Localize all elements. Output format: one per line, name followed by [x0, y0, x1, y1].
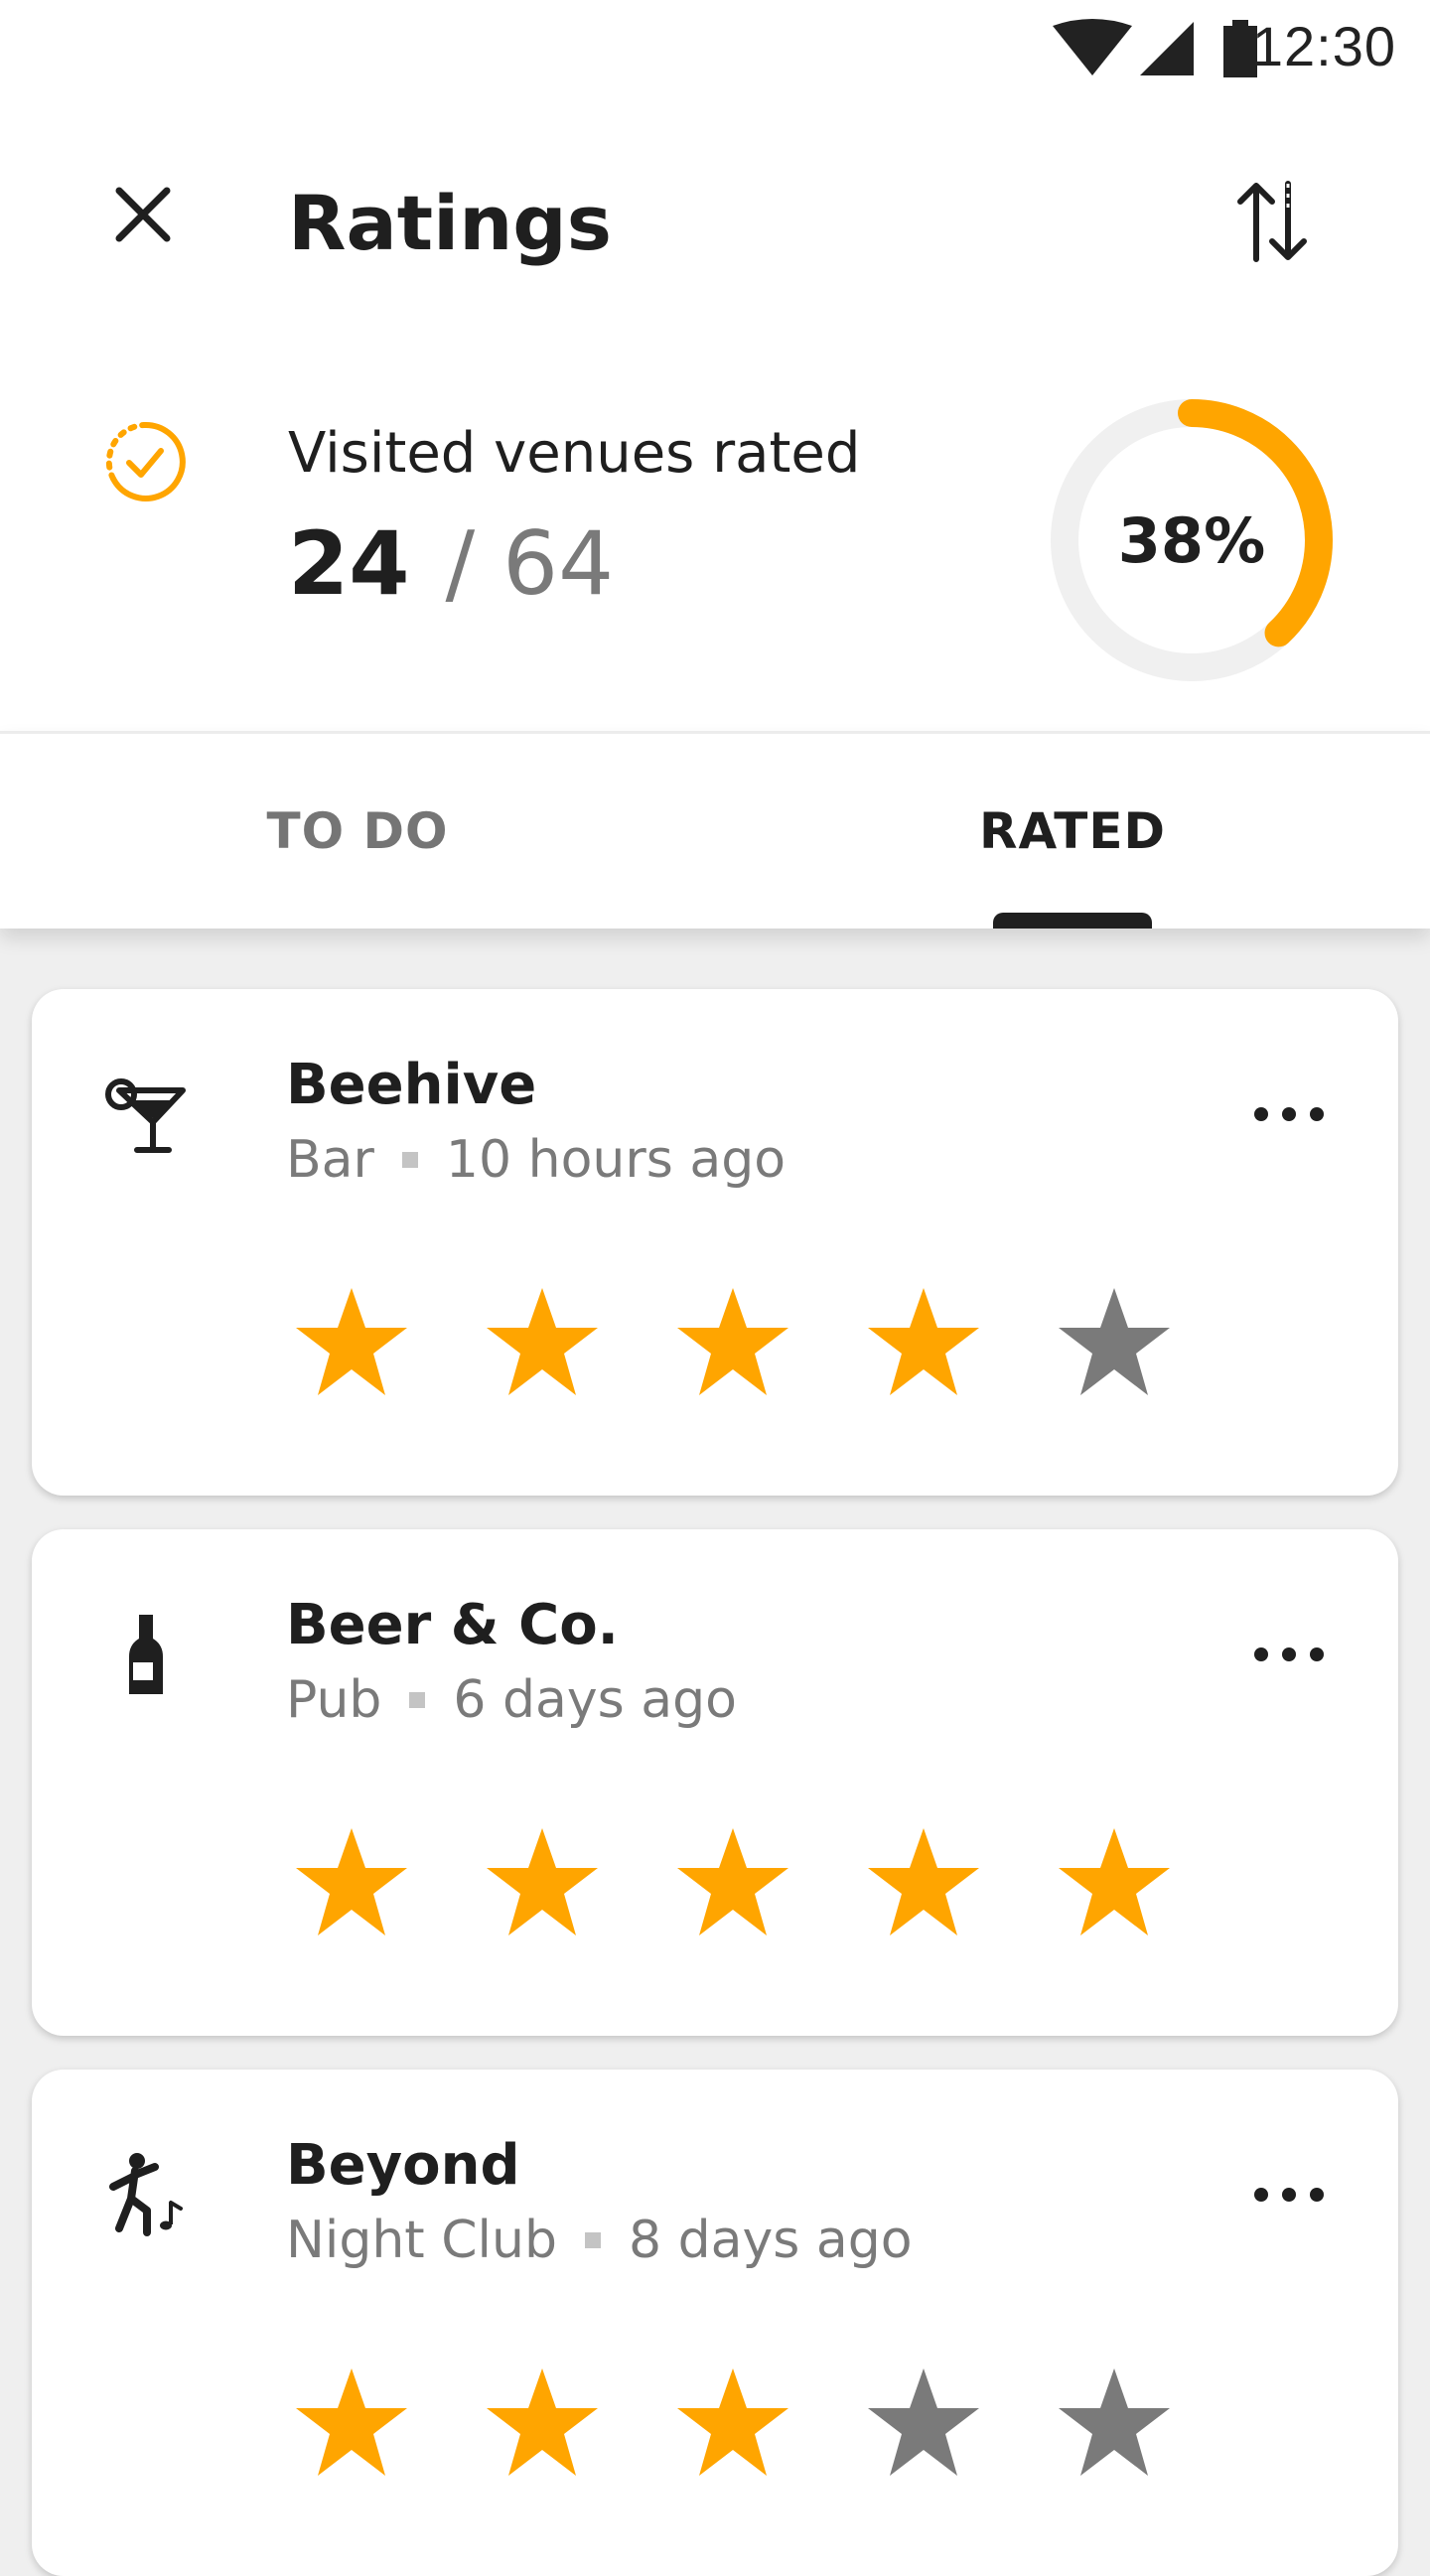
star-1[interactable] — [292, 2358, 483, 2487]
total-count: 64 — [502, 512, 615, 615]
clock-check-icon — [105, 421, 186, 501]
more-icon — [1254, 1107, 1324, 1121]
tab-indicator — [993, 913, 1152, 929]
count-separator: / — [445, 512, 476, 615]
progress-percent: 38% — [1117, 503, 1266, 577]
venue-name: Beer & Co. — [286, 1593, 619, 1657]
venue-category: Bar — [286, 1130, 374, 1190]
visited-venues-label: Visited venues rated — [288, 421, 861, 486]
more-options-button[interactable] — [1239, 2165, 1339, 2224]
wifi-icon — [1053, 19, 1132, 75]
venue-time: 6 days ago — [453, 1670, 737, 1730]
venue-meta: Pub 6 days ago — [286, 1670, 737, 1730]
venue-name: Beehive — [286, 1053, 537, 1117]
star-5[interactable] — [1055, 1817, 1245, 1946]
star-icon — [677, 1828, 788, 1935]
header: Ratings Visited venues rated 24 / 64 38% — [0, 95, 1430, 731]
page-title: Ratings — [288, 179, 612, 267]
separator-dot — [401, 1152, 418, 1168]
venue-category: Night Club — [286, 2211, 557, 2270]
star-icon — [296, 1288, 407, 1395]
tab-rated[interactable]: RATED — [715, 734, 1430, 929]
star-icon — [296, 2368, 407, 2476]
more-options-button[interactable] — [1239, 1625, 1339, 1684]
venue-type-icon — [91, 1059, 201, 1168]
star-rating[interactable] — [292, 1277, 1245, 1406]
star-1[interactable] — [292, 1277, 483, 1406]
star-icon — [868, 1828, 979, 1935]
star-rating[interactable] — [292, 2358, 1245, 2487]
venue-card[interactable]: Beyond Night Club 8 days ago — [32, 2070, 1398, 2576]
star-4[interactable] — [864, 1277, 1055, 1406]
venue-card[interactable]: Beer & Co. Pub 6 days ago — [32, 1529, 1398, 2036]
more-icon — [1254, 1647, 1324, 1661]
venue-card[interactable]: Beehive Bar 10 hours ago — [32, 989, 1398, 1496]
venue-type-icon — [91, 2139, 201, 2248]
venue-meta: Night Club 8 days ago — [286, 2211, 913, 2270]
sort-icon — [1237, 181, 1307, 262]
status-time: 12:30 — [1251, 15, 1396, 77]
rated-count: 24 — [288, 512, 410, 615]
bottle-icon — [129, 1615, 163, 1694]
separator-dot — [409, 1692, 426, 1708]
venue-time: 8 days ago — [628, 2211, 913, 2270]
star-icon — [677, 1288, 788, 1395]
star-2[interactable] — [483, 1817, 673, 1946]
star-2[interactable] — [483, 2358, 673, 2487]
star-icon — [868, 2368, 979, 2476]
star-icon — [868, 1288, 979, 1395]
star-icon — [1059, 1288, 1170, 1395]
tab-to-do[interactable]: TO DO — [0, 734, 715, 929]
separator-dot — [584, 2232, 601, 2248]
close-button[interactable] — [95, 167, 191, 262]
star-3[interactable] — [673, 1277, 864, 1406]
venue-time: 10 hours ago — [445, 1130, 786, 1190]
star-icon — [296, 1828, 407, 1935]
sort-button[interactable] — [1217, 167, 1327, 276]
star-icon — [487, 2368, 598, 2476]
star-icon — [677, 2368, 788, 2476]
status-icons — [1053, 19, 1257, 77]
venue-category: Pub — [286, 1670, 382, 1730]
star-rating[interactable] — [292, 1817, 1245, 1946]
tab-bar: TO DO RATED — [0, 731, 1430, 929]
star-5[interactable] — [1055, 2358, 1245, 2487]
star-icon — [487, 1828, 598, 1935]
more-icon — [1254, 2188, 1324, 2202]
more-options-button[interactable] — [1239, 1084, 1339, 1144]
star-icon — [487, 1288, 598, 1395]
star-1[interactable] — [292, 1817, 483, 1946]
close-icon — [115, 187, 171, 242]
rated-count-row: 24 / 64 — [288, 512, 614, 615]
star-icon — [1059, 1828, 1170, 1935]
star-icon — [1059, 2368, 1170, 2476]
star-3[interactable] — [673, 1817, 864, 1946]
venue-meta: Bar 10 hours ago — [286, 1130, 786, 1190]
cell-signal-icon — [1140, 22, 1194, 75]
venue-name: Beyond — [286, 2133, 520, 2198]
venue-type-icon — [91, 1599, 201, 1708]
dancer-icon — [109, 2153, 183, 2236]
star-4[interactable] — [864, 1817, 1055, 1946]
star-3[interactable] — [673, 2358, 864, 2487]
star-5[interactable] — [1055, 1277, 1245, 1406]
cocktail-icon — [105, 1078, 186, 1153]
star-4[interactable] — [864, 2358, 1055, 2487]
star-2[interactable] — [483, 1277, 673, 1406]
status-bar: 12:30 — [0, 0, 1430, 95]
